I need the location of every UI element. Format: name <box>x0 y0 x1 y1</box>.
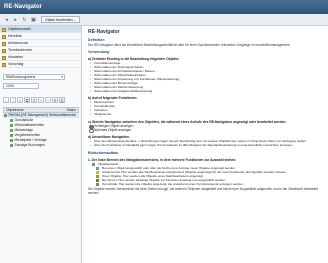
node-icon <box>10 143 13 147</box>
sidebar-item[interactable]: Arbeitsvorrat <box>0 40 81 47</box>
node-icon <box>10 123 13 127</box>
tree-row-label: RHEMA (RE Management) Wirtschaftsbereich <box>8 113 77 117</box>
legend-list: Bei einem Objekt ausgewählt oder über di… <box>88 166 322 186</box>
usage-block-a: a) Zentraler Einstieg in die Bearbeitung… <box>88 57 180 62</box>
list-item: Über die Drucktaste im Detailbild ganz t… <box>90 143 322 148</box>
node-icon <box>4 113 7 117</box>
tree-row[interactable]: Sonstige Buchungen <box>3 143 79 148</box>
folder-icon <box>2 34 6 39</box>
tree-row-label: Vergabeeinheiten <box>14 133 41 137</box>
forward-icon[interactable]: ▸ <box>12 16 19 23</box>
expand-icon[interactable]: + <box>38 97 44 103</box>
function-list: MieterwechselTerminkalenderInfoseitenObj… <box>88 101 322 117</box>
search-type-value: RM/Buchungskreis <box>6 75 36 79</box>
node-icon <box>10 133 13 137</box>
sidebar-item-label: Vorschlag <box>8 62 24 66</box>
folder-icon <box>2 48 6 53</box>
usage-heading: Verwendung <box>88 50 110 55</box>
company-code-value: 1000 <box>6 84 14 88</box>
arrow-left-icon[interactable]: ← <box>3 97 9 103</box>
navigation-radio[interactable]: Nächstes Objekt anzeigen <box>88 128 322 134</box>
tree-header-name: Objektname <box>6 108 24 112</box>
navigation-radios: Vorherigen Objekt anzeigen Nächstes Objek… <box>88 124 322 134</box>
node-icon <box>10 128 13 132</box>
settings-icon[interactable]: ⚙ <box>52 97 58 103</box>
copy-icon[interactable]: ⧉ <box>24 97 30 103</box>
settings-list: Über den Menüeintrag Zusätze -> Einstell… <box>88 139 322 148</box>
company-code-field[interactable]: 1000 <box>3 83 39 89</box>
node-icon <box>10 138 13 142</box>
sidebar-item-label: Infoseiten <box>8 55 24 59</box>
filter-icon[interactable]: ⌗ <box>31 97 37 103</box>
object-tree: RHEMA (RE Management) Wirtschaftsbereich… <box>3 113 79 148</box>
tree-row-label: Sonstige Buchungen <box>14 143 45 147</box>
object-list: ImmobilienverträgeStammdaten der Nutzung… <box>88 61 322 94</box>
sidebar-item[interactable]: Vorschlag <box>0 61 81 68</box>
display-icon[interactable]: ▣ <box>30 16 37 23</box>
chevron-down-icon: ▾ <box>61 75 63 79</box>
sidebar-item[interactable]: Merkliste <box>0 33 81 40</box>
search-icon[interactable]: ⌕ <box>17 97 23 103</box>
folder-icon <box>2 27 6 32</box>
sidebar-item-label: Terminkalender <box>8 48 32 52</box>
definition-heading: Definition <box>88 38 105 42</box>
tree-toolbar: ← → ⌕ ⧉ ⌗ + − ⚙ ⎙ <box>3 97 65 103</box>
tree-row-label: Mietverträge <box>14 128 33 132</box>
toolbar: ◂ ▸ ↻ ▣ Objekt bearbeiten... <box>0 14 328 26</box>
sidebar-item[interactable]: Terminkalender <box>0 47 81 54</box>
folder-icon <box>2 55 6 60</box>
node-icon <box>10 118 13 122</box>
back-icon[interactable]: ◂ <box>3 16 10 23</box>
definition-text: Der RE-Navigator dient als einheitliche … <box>88 43 291 47</box>
window-title-bar: RE-Navigator <box>0 0 328 14</box>
nav-list: Objektauswahl Merkliste Arbeitsvorrat Termi… <box>0 26 81 68</box>
sidebar-item-label: Objektauswahl <box>8 27 31 31</box>
edit-object-button[interactable]: Objekt bearbeiten... <box>41 16 80 23</box>
navigation-sidebar: Objektauswahl Merkliste Arbeitsvorrat Termi… <box>0 26 82 263</box>
list-item: Stammdaten der Aufgabenfeldbearbeitung <box>90 89 322 94</box>
footer-text: Die Objekte werden hierarchisch mit ihre… <box>88 186 318 196</box>
tree-row-label: Mietobjekte / Verträge <box>14 138 47 142</box>
folder-icon <box>2 41 6 46</box>
print-icon[interactable]: ⎙ <box>59 97 65 103</box>
collapse-icon[interactable]: − <box>45 97 51 103</box>
structure-heading: Bildschirmaufbau <box>88 150 119 155</box>
sidebar-item[interactable]: Infoseiten <box>0 54 81 61</box>
tree-header-status: Status <box>66 108 76 112</box>
sidebar-item-label: Merkliste <box>8 34 23 38</box>
sidebar-item[interactable]: Objektauswahl <box>0 26 81 33</box>
help-content: RE-Navigator Definition Der RE-Navigator… <box>84 27 326 261</box>
sidebar-item-label: Arbeitsvorrat <box>8 41 28 45</box>
list-item: Objektsuche <box>90 112 322 117</box>
tree-row-label: Wirtschaftseinheiten <box>14 123 45 127</box>
legend-label: Terminblatt: Hier werden die Objekte ang… <box>102 181 244 186</box>
content-title: RE-Navigator <box>88 29 120 35</box>
tree-row-label: Grundstücke <box>14 118 34 122</box>
arrow-right-icon[interactable]: → <box>10 97 16 103</box>
search-type-select[interactable]: RM/Buchungskreis ▾ <box>3 74 65 80</box>
usage-block-b: b) Aufruf folgender Funktionen: <box>88 96 138 101</box>
window-title: RE-Navigator <box>4 4 43 10</box>
legend-icon <box>96 182 99 186</box>
refresh-icon[interactable]: ↻ <box>21 16 28 23</box>
folder-icon <box>2 62 6 67</box>
legend-item: Terminblatt: Hier werden die Objekte ang… <box>92 182 322 186</box>
